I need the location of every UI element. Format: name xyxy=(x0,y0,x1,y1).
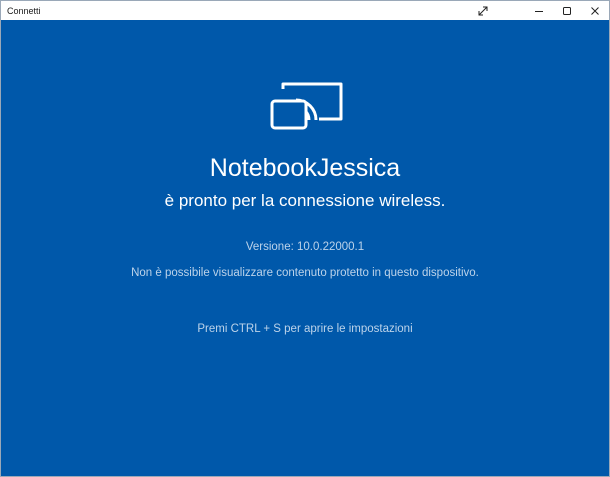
fullscreen-button[interactable] xyxy=(469,1,497,20)
wireless-cast-icon xyxy=(269,81,343,137)
expand-diagonal-icon xyxy=(478,6,488,16)
settings-hint: Premi CTRL + S per aprire le impostazion… xyxy=(197,323,413,335)
window-title: Connetti xyxy=(7,5,41,16)
device-name: NotebookJessica xyxy=(209,154,401,182)
ready-status-text: è pronto per la connessione wireless. xyxy=(164,191,446,210)
title-bar[interactable]: Connetti xyxy=(1,1,609,20)
maximize-button[interactable] xyxy=(553,1,581,20)
close-icon xyxy=(590,6,600,16)
version-text: Versione: 10.0.22000.1 xyxy=(245,241,365,253)
minimize-button[interactable] xyxy=(525,1,553,20)
main-content: NotebookJessica è pronto per la connessi… xyxy=(1,20,609,476)
protected-content-note: Non è possibile visualizzare contenuto p… xyxy=(131,267,479,279)
minimize-icon xyxy=(534,6,544,16)
close-button[interactable] xyxy=(581,1,609,20)
connect-app-window: Connetti NotebookJessica è pronto per la… xyxy=(0,0,610,477)
maximize-icon xyxy=(562,6,572,16)
